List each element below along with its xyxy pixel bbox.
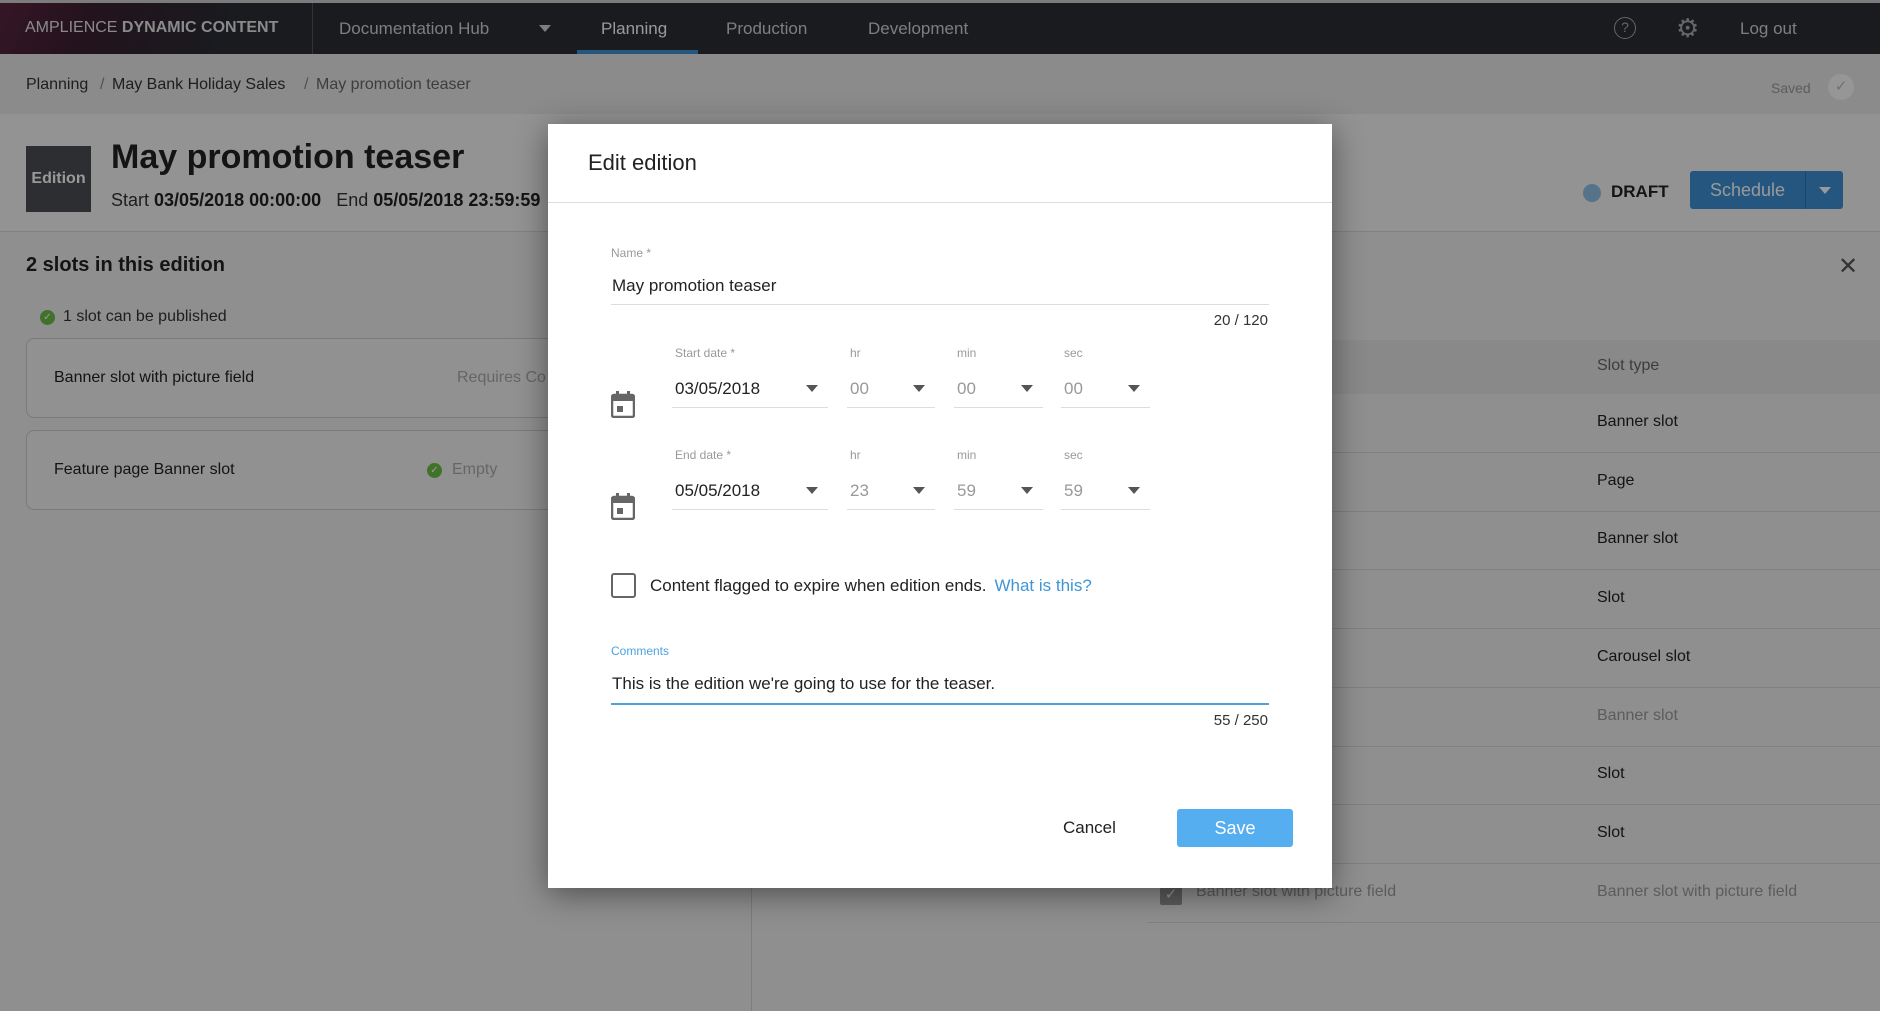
dialog-title: Edit edition — [588, 150, 697, 175]
start-date-label: Start date * — [675, 346, 736, 360]
dropdown-arrow-icon — [1021, 487, 1033, 494]
dropdown-arrow-icon — [913, 487, 925, 494]
calendar-icon[interactable] — [610, 391, 636, 423]
end-hr-label: hr — [850, 448, 861, 462]
end-sec-select[interactable]: 59 — [1061, 478, 1150, 510]
name-input[interactable]: May promotion teaser — [612, 276, 1269, 296]
name-underline — [611, 304, 1269, 305]
start-hr-select[interactable]: 00 — [847, 376, 935, 408]
expire-label: Content flagged to expire when edition e… — [650, 576, 1092, 596]
end-min-value: 59 — [957, 481, 976, 500]
start-min-value: 00 — [957, 379, 976, 398]
end-hr-select[interactable]: 23 — [847, 478, 935, 510]
end-date-label: End date * — [675, 448, 732, 462]
expire-checkbox[interactable] — [611, 573, 636, 598]
dropdown-arrow-icon — [1128, 487, 1140, 494]
calendar-icon[interactable] — [610, 493, 636, 525]
end-sec-label: sec — [1064, 448, 1083, 462]
start-sec-value: 00 — [1064, 379, 1083, 398]
expire-text: Content flagged to expire when edition e… — [650, 576, 987, 595]
comments-label: Comments — [611, 644, 670, 658]
start-date-select[interactable]: 03/05/2018 — [672, 376, 828, 408]
comments-input[interactable]: This is the edition we're going to use f… — [612, 674, 1269, 694]
name-counter: 20 / 120 — [1213, 312, 1268, 329]
end-min-select[interactable]: 59 — [954, 478, 1043, 510]
start-hr-value: 00 — [850, 379, 869, 398]
start-min-label: min — [957, 346, 977, 360]
edit-edition-dialog: Edit edition Name * May promotion teaser… — [548, 124, 1332, 888]
dropdown-arrow-icon — [1021, 385, 1033, 392]
start-min-select[interactable]: 00 — [954, 376, 1043, 408]
dropdown-arrow-icon — [806, 385, 818, 392]
start-sec-label: sec — [1064, 346, 1083, 360]
end-hr-value: 23 — [850, 481, 869, 500]
comments-counter: 55 / 250 — [1213, 712, 1268, 729]
dialog-divider — [548, 202, 1332, 203]
comments-underline-focused — [611, 703, 1269, 705]
end-date-select[interactable]: 05/05/2018 — [672, 478, 828, 510]
end-date-value: 05/05/2018 — [675, 481, 761, 500]
dropdown-arrow-icon — [806, 487, 818, 494]
start-hr-label: hr — [850, 346, 861, 360]
name-label: Name * — [611, 246, 652, 260]
dropdown-arrow-icon — [913, 385, 925, 392]
start-date-value: 03/05/2018 — [675, 379, 761, 398]
end-min-label: min — [957, 448, 977, 462]
start-sec-select[interactable]: 00 — [1061, 376, 1150, 408]
end-sec-value: 59 — [1064, 481, 1083, 500]
save-button[interactable]: Save — [1177, 809, 1293, 847]
what-is-this-link[interactable]: What is this? — [994, 576, 1091, 595]
cancel-button[interactable]: Cancel — [1063, 818, 1116, 838]
dropdown-arrow-icon — [1128, 385, 1140, 392]
